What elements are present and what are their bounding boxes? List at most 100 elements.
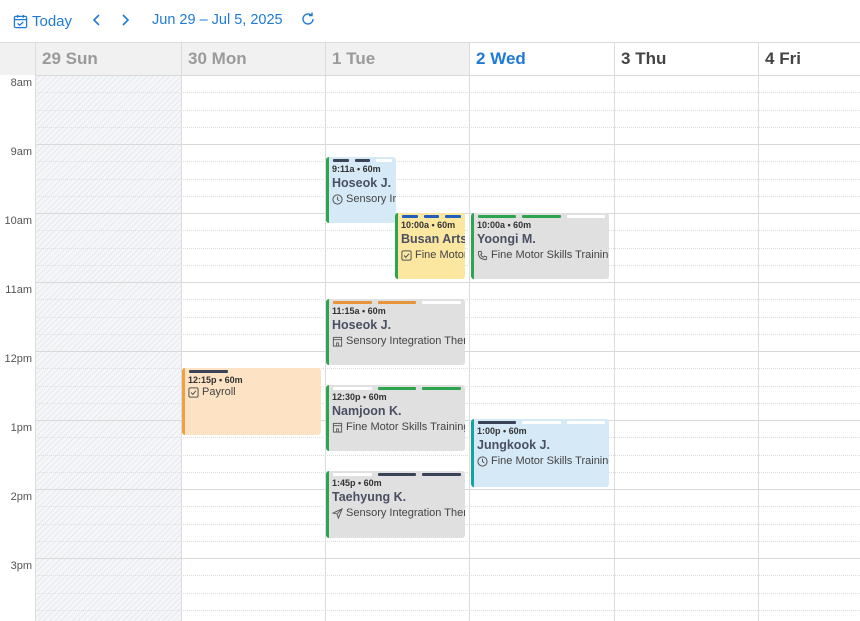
event-subtitle-row: Sensory Integration Ther [332,507,465,519]
hour-line [35,144,860,145]
day-name: Tue [346,49,376,68]
quarter-hour-line [35,575,860,576]
hour-line [35,75,860,76]
clock-icon [477,455,488,467]
day-name: Wed [490,49,526,68]
event-subtitle-row: Sensory Ir [332,193,396,205]
event-time: 10:00a • 60m [401,220,456,230]
header-gutter [0,43,35,75]
day-number: 4 [765,49,775,68]
quarter-hour-line [35,541,860,542]
day-header-tue[interactable]: 1 Tue [325,43,469,75]
event-subtitle: Fine Motor Skills Training [491,455,609,467]
hour-line [35,558,860,559]
event-title: Hoseok J. [332,318,392,332]
event-card-namjoon-1230[interactable]: 12:30p • 60m Namjoon K. Fine Motor Skill… [326,385,465,451]
event-time: 1:45p • 60m [332,478,382,488]
hour-line [35,282,860,283]
event-card-busan-arts-1000[interactable]: 10:00a • 60m Busan Arts Fine Motor [395,213,465,279]
event-title: Jungkook J. [477,438,550,452]
day-column-mon[interactable] [181,75,325,621]
refresh-button[interactable] [300,11,318,29]
day-header-sun[interactable]: 29 Sun [35,43,181,75]
chevron-left-icon [92,14,100,26]
day-column-thu[interactable] [614,75,758,621]
day-column-sun[interactable] [35,75,181,621]
day-name: Mon [211,49,247,68]
day-column-wed[interactable] [469,75,614,621]
event-card-taehyung-1345[interactable]: 1:45p • 60m Taehyung K. Sensory Integrat… [326,471,465,538]
building-icon [332,336,343,347]
time-grid: 8am 9am 10am 11am 12pm 1pm 2pm 3pm 9:11a… [0,75,860,621]
day-name: Thu [635,49,667,68]
day-number: 3 [621,49,631,68]
event-title: Namjoon K. [332,404,402,418]
event-title: Yoongi M. [477,232,536,246]
event-card-payroll-1215[interactable]: 12:15p • 60m Payroll [182,368,321,435]
event-title: Hoseok J. [332,176,392,190]
calendar-toolbar: Today Jun 29 – Jul 5, 2025 [0,0,860,42]
previous-week-button[interactable] [90,11,104,29]
quarter-hour-line [35,610,860,611]
today-button[interactable]: Today [13,10,72,32]
refresh-icon [302,12,314,25]
event-time: 9:11a • 60m [332,164,381,174]
day-header-row: 29 Sun 30 Mon 1 Tue 2 Wed 3 Thu 4 Fri [0,42,860,75]
checkbox-icon [401,249,412,261]
event-subtitle: Sensory Ir [346,193,396,205]
hour-label: 3pm [10,560,32,572]
next-week-button[interactable] [118,11,132,29]
event-subtitle-row: Fine Motor Skills Training [477,455,609,467]
time-gutter: 8am 9am 10am 11am 12pm 1pm 2pm 3pm [0,75,35,621]
event-card-hoseok-1115[interactable]: 11:15a • 60m Hoseok J. Sensory Integrati… [326,299,465,365]
day-number: 29 [42,49,61,68]
clock-icon [332,193,343,205]
event-subtitle-row: Fine Motor [401,249,465,261]
event-time: 12:30p • 60m [332,392,387,402]
quarter-hour-line [35,179,860,180]
event-card-hoseok-0911[interactable]: 9:11a • 60m Hoseok J. Sensory Ir [326,157,396,223]
day-number: 30 [188,49,207,68]
event-progress-bars [333,159,393,162]
day-header-mon[interactable]: 30 Mon [181,43,325,75]
event-time: 11:15a • 60m [332,306,386,316]
event-time: 12:15p • 60m [188,375,243,385]
today-label: Today [32,12,73,30]
quarter-hour-line [35,161,860,162]
event-subtitle: Payroll [202,386,236,398]
quarter-hour-line [35,196,860,197]
event-card-yoongi-1000[interactable]: 10:00a • 60m Yoongi M. Fine Motor Skills… [471,213,609,279]
hour-label: 2pm [10,491,32,503]
event-subtitle: Fine Motor Skills Training [491,249,609,261]
quarter-hour-line [35,593,860,594]
day-header-wed[interactable]: 2 Wed [469,43,614,75]
event-subtitle: Sensory Integration Ther [346,507,465,519]
hour-label: 9am [10,146,32,158]
event-subtitle: Fine Motor Skills Training [346,421,465,433]
event-subtitle-row: Payroll [188,386,236,398]
quarter-hour-line [35,127,860,128]
day-name: Sun [65,49,98,68]
date-range-label[interactable]: Jun 29 – Jul 5, 2025 [152,12,283,28]
day-number: 2 [476,49,486,68]
chevron-right-icon [122,14,130,26]
event-title: Taehyung K. [332,490,407,504]
hour-label: 12pm [4,353,32,365]
day-header-fri[interactable]: 4 Fri [758,43,860,75]
event-progress-bars [333,301,462,304]
hour-label: 10am [4,215,32,227]
event-card-jungkook-1300[interactable]: 1:00p • 60m Jungkook J. Fine Motor Skill… [471,419,609,487]
quarter-hour-line [35,368,860,369]
event-progress-bars [402,215,462,218]
hour-label: 8am [10,77,32,89]
event-subtitle-row: Fine Motor Skills Training [332,421,465,433]
day-column-fri[interactable] [758,75,860,621]
day-header-thu[interactable]: 3 Thu [614,43,758,75]
building-icon [332,422,343,433]
quarter-hour-line [35,92,860,93]
phone-icon [477,250,488,260]
event-subtitle: Fine Motor [415,249,465,261]
event-title: Busan Arts [401,232,465,246]
event-progress-bars [333,473,462,476]
event-subtitle: Sensory Integration Ther [346,335,465,347]
